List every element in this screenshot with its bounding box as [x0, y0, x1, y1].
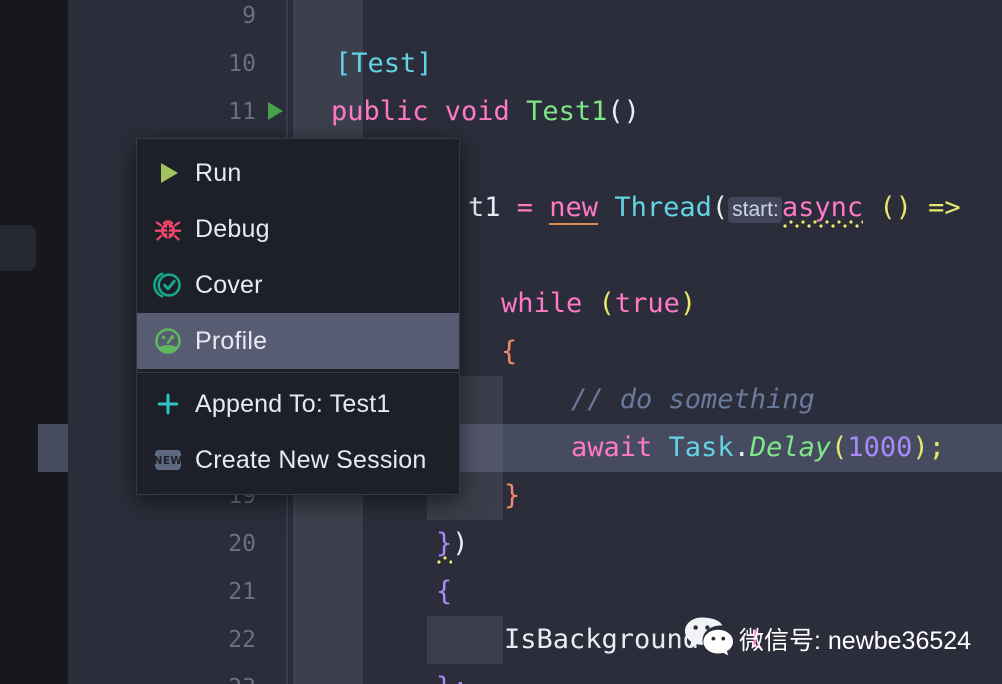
tool-window-tab[interactable]	[0, 225, 36, 271]
brace-token: {	[501, 336, 518, 367]
menu-item-label: Run	[195, 158, 242, 187]
run-icon	[151, 156, 185, 190]
new-keyword-token: new	[549, 192, 599, 225]
semicolon-token: ;	[928, 432, 945, 463]
menu-item-label: Debug	[195, 214, 270, 243]
type-token: Task	[668, 432, 734, 463]
code-line-18: await Task.Delay(1000);	[571, 424, 945, 472]
bug-icon	[151, 212, 185, 246]
line-number: 9	[242, 3, 256, 29]
code-line-23: };	[436, 664, 469, 684]
code-line-11: public void Test1()	[331, 88, 640, 136]
dot-token: .	[733, 432, 750, 463]
variable-token: t1	[468, 192, 517, 223]
literal-token: true	[614, 288, 680, 319]
line-number: 23	[68, 664, 256, 684]
tool-window-strip	[0, 0, 38, 684]
new-badge-icon: NEW	[151, 443, 185, 477]
paren-token: )	[452, 528, 469, 559]
attribute-token: [Test]	[335, 48, 433, 79]
plus-icon	[151, 387, 185, 421]
parameter-inlay-hint[interactable]: start:	[728, 197, 782, 223]
menu-item-cover[interactable]: Cover	[137, 257, 459, 313]
brace-token: }	[436, 528, 453, 567]
menu-item-debug[interactable]: Debug	[137, 201, 459, 257]
line-number: 20	[228, 531, 256, 557]
coverage-check-icon	[151, 268, 185, 302]
paren-token: )	[912, 432, 929, 463]
run-context-menu[interactable]: Run Debug Cover Profile Append To: Test1…	[136, 138, 460, 495]
svg-text:NEW: NEW	[154, 455, 183, 467]
brace-token: }	[504, 480, 521, 511]
keyword-token: while	[501, 288, 599, 319]
lambda-token: () =>	[863, 192, 961, 223]
code-line-10: [Test]	[335, 40, 433, 88]
menu-item-append-to[interactable]: Append To: Test1	[137, 376, 459, 432]
code-line-15: while (true)	[501, 280, 696, 328]
ide-editor-window: 9 10 11 12 13 14 15 16 17 18 19 20 21 22…	[0, 0, 1002, 684]
code-line-16: {	[501, 328, 517, 376]
operator-token: =	[516, 192, 550, 223]
async-keyword-token: async	[781, 192, 864, 231]
comment-token: // do something	[571, 384, 815, 415]
line-number: 21	[228, 579, 256, 605]
wechat-watermark: 微信号: newbe36524	[683, 614, 971, 663]
line-number: 22	[228, 627, 256, 653]
menu-item-label: Append To: Test1	[195, 389, 391, 418]
method-name-token: Test1	[526, 96, 608, 127]
menu-item-label: Cover	[195, 270, 263, 299]
paren-token: (	[598, 288, 615, 319]
brace-token: };	[436, 672, 469, 684]
menu-item-create-new-session[interactable]: NEW Create New Session	[137, 432, 459, 488]
type-token: Thread	[598, 192, 712, 223]
keyword-token: public void	[331, 96, 527, 127]
paren-token: )	[679, 288, 697, 319]
menu-item-run[interactable]: Run	[137, 145, 459, 201]
number-token: 1000	[847, 432, 913, 463]
editor-left-margin	[38, 0, 68, 684]
paren-token: (	[711, 192, 729, 223]
menu-item-label: Profile	[195, 326, 268, 355]
menu-item-label: Create New Session	[195, 445, 427, 474]
brace-token: {	[436, 576, 453, 607]
menu-separator	[137, 372, 459, 373]
method-token: Delay	[749, 432, 832, 463]
code-line-20: })	[436, 520, 469, 568]
await-keyword-token: await	[571, 432, 669, 463]
watermark-text: 微信号: newbe36524	[739, 626, 972, 655]
code-line-21: {	[436, 568, 452, 616]
menu-item-profile[interactable]: Profile	[137, 313, 459, 369]
wechat-logo-icon	[683, 614, 735, 663]
code-line-19: }	[504, 472, 520, 520]
run-arrow-icon[interactable]	[268, 102, 283, 120]
line-number: 10	[228, 51, 256, 77]
paren-token: (	[831, 432, 848, 463]
indent-block	[427, 616, 503, 664]
code-line-13: t1 = new Thread(start: async () =>	[468, 184, 961, 234]
paren-token: ()	[607, 96, 640, 127]
code-line-17: // do something	[571, 376, 815, 424]
line-number: 11	[228, 99, 256, 125]
gauge-icon	[151, 324, 185, 358]
